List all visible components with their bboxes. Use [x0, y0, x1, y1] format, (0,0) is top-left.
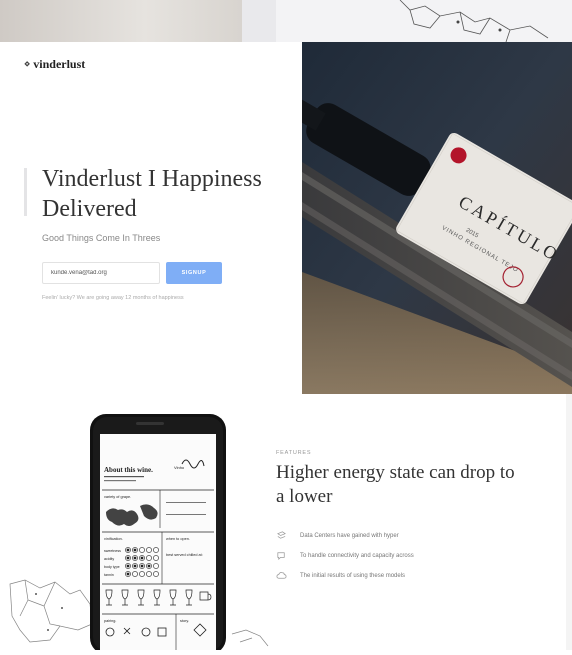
features-section: About this wine. Vinho variety of grape.… [0, 394, 572, 654]
phone-vinification-label: vinification. [104, 537, 123, 541]
phone-best-served: best served chilled at: [166, 553, 203, 557]
phone-when-to-open: when to open. [166, 537, 190, 541]
features-eyebrow: FEATURES [276, 450, 312, 456]
phone-row-label: body type [104, 565, 120, 569]
page-edge [566, 394, 572, 650]
brand-name: vinderlust [33, 57, 86, 71]
top-mid-panel [242, 0, 276, 42]
phone-row-label: sweetness [104, 549, 121, 553]
brand-logo[interactable]: ⋄ vinderlust [24, 57, 85, 72]
hero-title: Vinderlust I Happiness Delivered [42, 166, 262, 222]
hero-subtitle: Good Things Come In Threes [42, 233, 161, 243]
feature-text: To handle connectivity and capacity acro… [300, 552, 414, 559]
phone-variety-label: variety of grape. [104, 495, 131, 499]
feature-list: Data Centers have gained with hyper To h… [276, 530, 414, 590]
top-left-photo [0, 0, 242, 42]
bottle-illustration: CAPÍTULO 2015 VINHO REGIONAL TEJO [302, 42, 572, 394]
top-banner-strip [0, 0, 572, 42]
phone-title: About this wine. [104, 466, 153, 474]
phone-row-label: tannin [104, 573, 114, 577]
layers-icon [277, 531, 286, 539]
phone-row-label: acidity [104, 557, 114, 561]
phone-pairing-label: pairing. [104, 619, 116, 623]
feature-item: The initial results of using these model… [276, 570, 414, 581]
feature-text: The initial results of using these model… [300, 572, 406, 579]
feature-item: Data Centers have gained with hyper [276, 530, 414, 541]
feature-item: To handle connectivity and capacity acro… [276, 550, 414, 561]
feature-text: Data Centers have gained with hyper [300, 532, 399, 539]
hero-note: Feelin' lucky? We are going away 12 mont… [42, 295, 184, 301]
signup-button[interactable]: SIGNUP [166, 262, 222, 284]
cloud-icon [276, 572, 287, 579]
chat-icon [277, 552, 285, 561]
email-field[interactable] [42, 262, 160, 284]
phone-story-label: story. [180, 619, 189, 623]
phone-vines-label: Vinho [174, 465, 185, 470]
wine-bottle-photo: CAPÍTULO 2015 VINHO REGIONAL TEJO [302, 42, 572, 394]
title-accent-bar [24, 168, 27, 216]
phone-mockup: About this wine. Vinho variety of grape.… [9, 414, 269, 654]
map-illustration [399, 0, 549, 42]
logo-diamond-icon: ⋄ [24, 59, 31, 70]
features-title: Higher energy state can drop to a lower [276, 462, 515, 507]
